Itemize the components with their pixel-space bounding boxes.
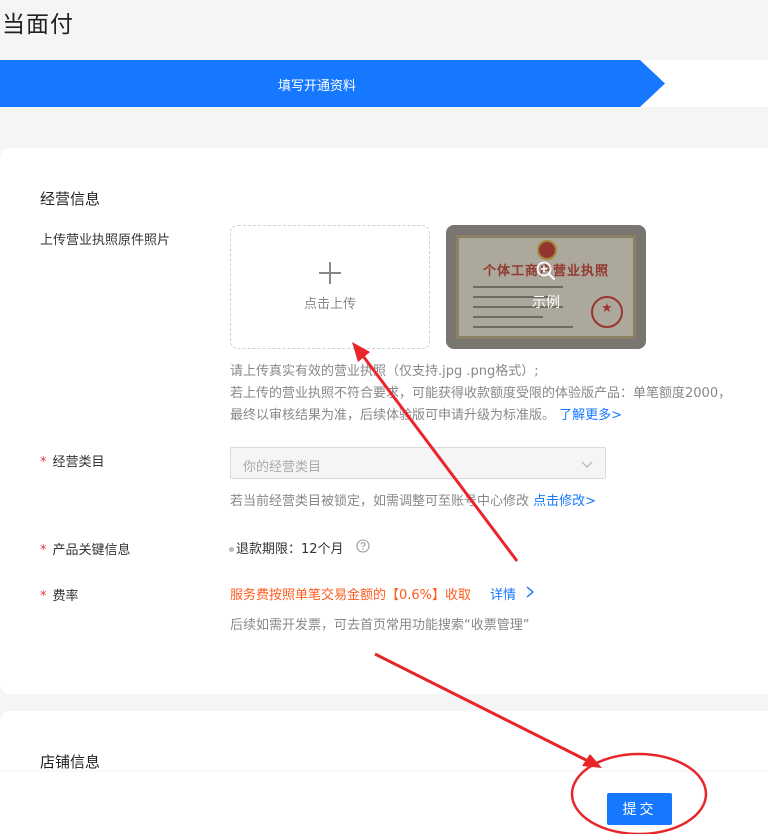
page-title: 当面付	[2, 12, 74, 38]
sample-license-image[interactable]: 个体工商户营业执照	[446, 225, 646, 349]
license-hint-2: 若上传的营业执照不符合要求，可能获得收款额度受限的体验版产品：单笔额度2000，	[230, 386, 732, 401]
plus-icon	[319, 262, 341, 284]
zoom-in-icon[interactable]	[536, 261, 556, 281]
fee-detail-link[interactable]: 详情	[490, 584, 516, 603]
category-hint: 若当前经营类目被锁定，如需调整可至账号中心修改	[230, 494, 530, 509]
chevron-right-icon[interactable]	[525, 586, 535, 598]
required-mark: *	[40, 455, 47, 470]
step-progress-bar: 填写开通资料	[0, 60, 768, 107]
fee-label: * 费率	[40, 589, 79, 604]
question-circle-icon[interactable]	[356, 539, 370, 553]
sample-label: 示例	[532, 295, 560, 311]
required-mark: *	[40, 543, 47, 558]
chevron-down-icon	[581, 461, 593, 468]
fee-hint: 后续如需开发票，可去首页常用功能搜索“收票管理”	[230, 618, 530, 633]
license-hint-1: 请上传真实有效的营业执照（仅支持.jpg .png格式）;	[230, 364, 539, 379]
category-select[interactable]: 你的经营类目	[230, 447, 606, 479]
license-label: 上传营业执照原件照片	[40, 233, 171, 248]
step-label: 填写开通资料	[278, 79, 357, 94]
learn-more-link[interactable]: 了解更多>	[559, 408, 622, 423]
license-upload-button[interactable]: 点击上传	[230, 225, 430, 349]
sample-overlay	[446, 225, 646, 349]
section-title-business: 经营信息	[40, 190, 101, 208]
required-mark: *	[40, 589, 47, 604]
upload-text: 点击上传	[303, 297, 356, 312]
submit-button[interactable]: 提交	[607, 793, 672, 825]
fee-rate-text: 服务费按照单笔交易金额的【0.6%】收取	[230, 588, 472, 603]
license-hint-3: 最终以审核结果为准，后续体验版可申请升级为标准版。	[230, 408, 556, 423]
refund-period: 退款期限：12个月	[229, 538, 344, 557]
section-title-shop: 店铺信息	[40, 753, 101, 771]
category-placeholder: 你的经营类目	[243, 460, 322, 475]
modify-category-link[interactable]: 点击修改>	[533, 494, 596, 509]
product-label: * 产品关键信息	[40, 543, 131, 558]
category-label: * 经营类目	[40, 455, 105, 470]
bullet-dot	[229, 547, 234, 552]
